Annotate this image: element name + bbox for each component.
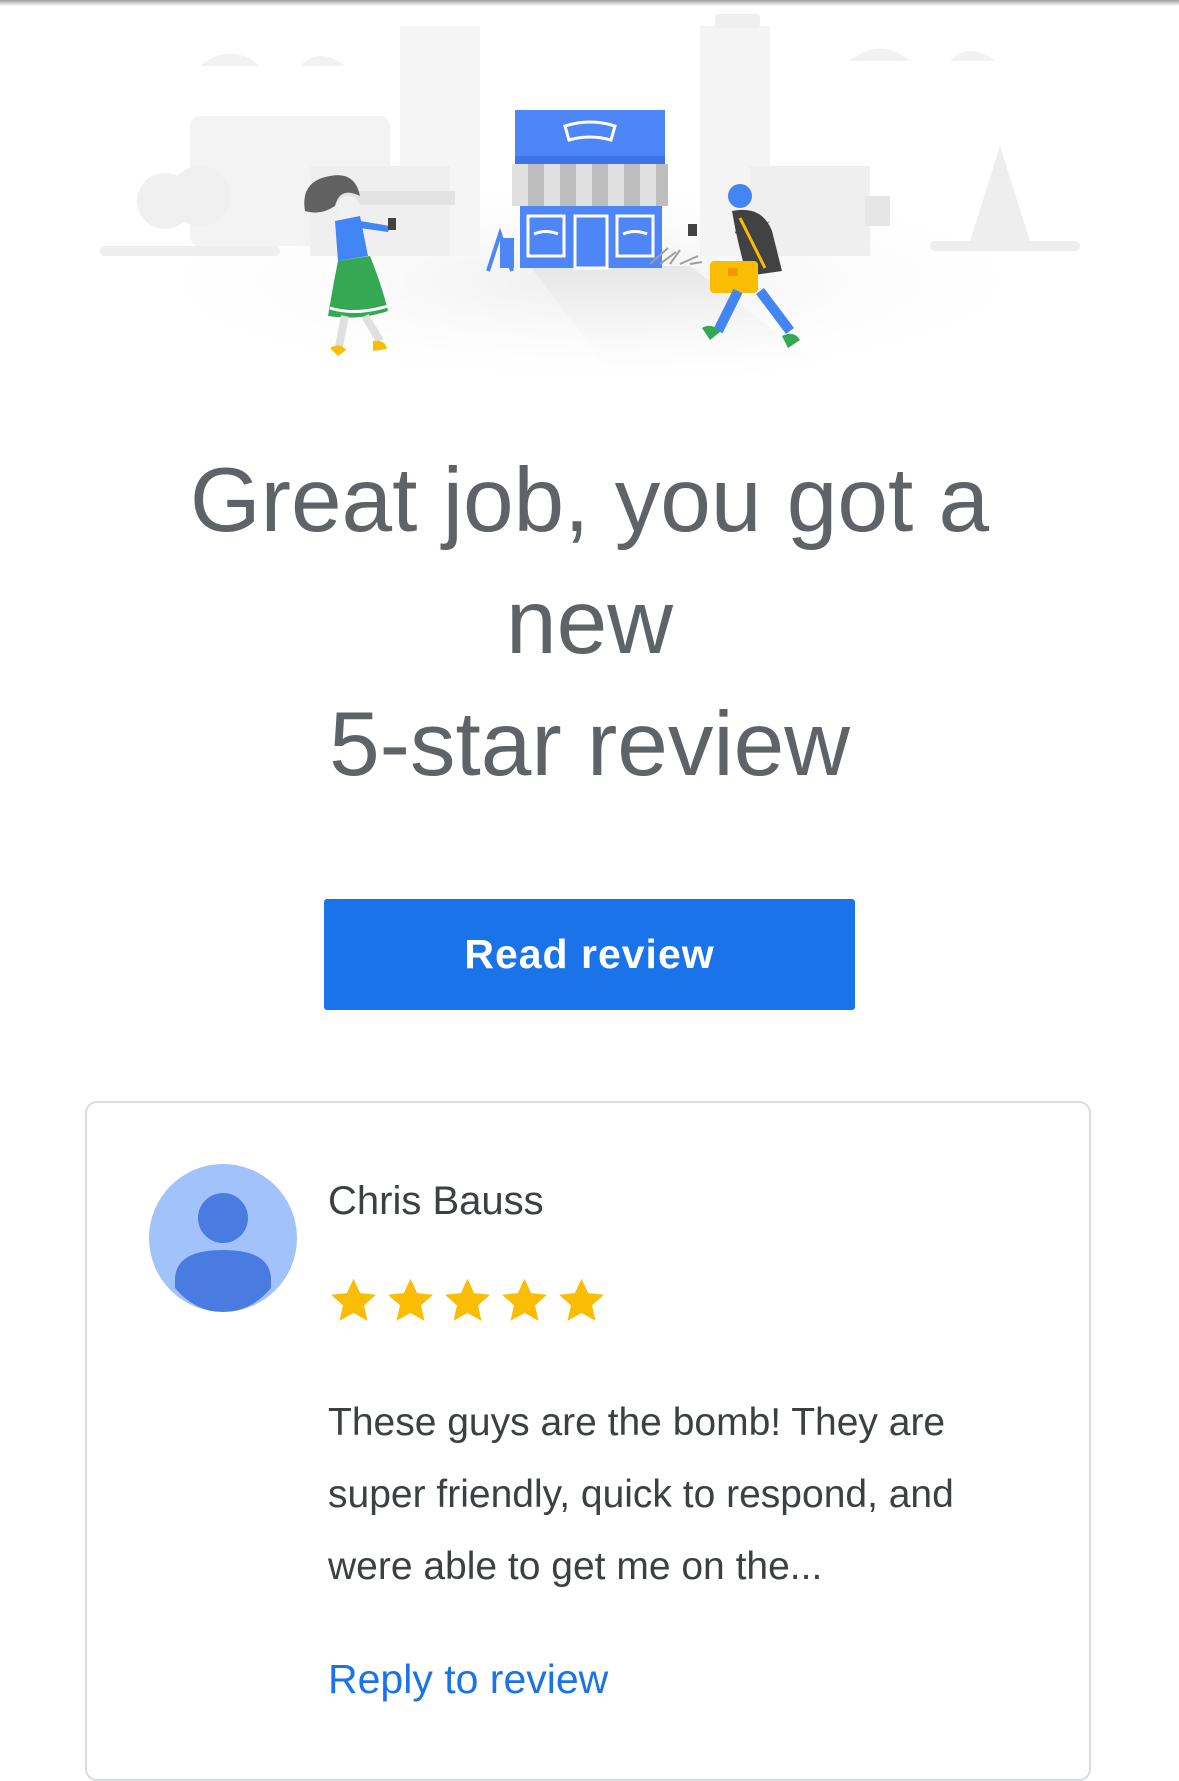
reply-to-review-link[interactable]: Reply to review xyxy=(328,1655,608,1703)
star-rating xyxy=(326,1273,609,1328)
headline-line-2: new xyxy=(506,572,673,673)
review-card: Chris Bauss These guys are the bomb! The… xyxy=(85,1101,1091,1781)
reviewer-name: Chris Bauss xyxy=(328,1179,544,1223)
headline-line-1: Great job, you got a xyxy=(189,450,990,551)
headline-line-3: 5-star review xyxy=(329,694,850,795)
avatar xyxy=(149,1164,297,1312)
star-icon xyxy=(554,1273,609,1328)
page-headline: Great job, you got a new 5-star review xyxy=(80,440,1099,806)
hero-illustration xyxy=(60,6,1120,426)
star-icon xyxy=(383,1273,438,1328)
star-icon xyxy=(440,1273,495,1328)
star-icon xyxy=(497,1273,552,1328)
star-icon xyxy=(326,1273,381,1328)
person-icon xyxy=(175,1193,271,1312)
review-text: These guys are the bomb! They are super … xyxy=(328,1401,954,1588)
read-review-button[interactable]: Read review xyxy=(324,899,855,1010)
